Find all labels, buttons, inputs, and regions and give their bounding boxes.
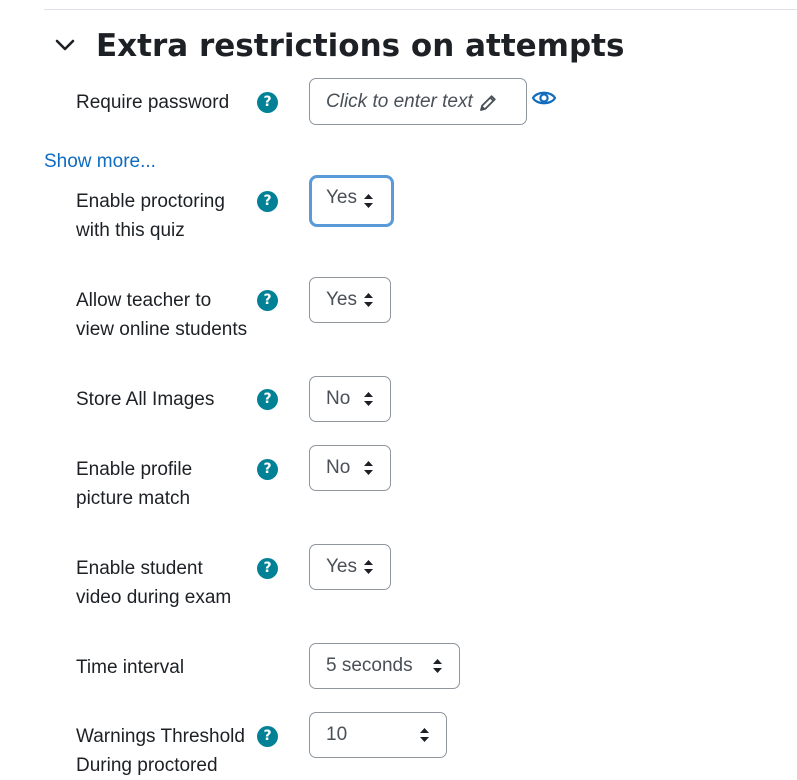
help-icon[interactable]: ? xyxy=(257,92,278,113)
help-icon[interactable]: ? xyxy=(257,290,278,311)
sort-caret-icon xyxy=(364,293,373,307)
section-divider xyxy=(44,9,797,10)
select-value: Yes xyxy=(326,187,357,208)
time-interval-label: Time interval xyxy=(76,653,184,682)
warnings-threshold-label: Warnings Threshold During proctored xyxy=(76,722,245,780)
select-value: 5 seconds xyxy=(326,655,413,676)
sort-caret-icon xyxy=(364,461,373,475)
store-all-images-select[interactable]: No xyxy=(309,376,391,422)
allow-teacher-view-label: Allow teacher to view online students xyxy=(76,286,247,344)
enable-profile-match-select[interactable]: No xyxy=(309,445,391,491)
sort-caret-icon xyxy=(420,728,429,742)
eye-icon[interactable] xyxy=(531,87,557,109)
store-all-images-label: Store All Images xyxy=(76,385,214,414)
enable-proctoring-select[interactable]: Yes xyxy=(309,175,394,227)
label-line: Store All Images xyxy=(76,389,215,410)
time-interval-select[interactable]: 5 seconds xyxy=(309,643,460,689)
select-value: No xyxy=(326,457,351,478)
label-line: During proctored xyxy=(76,755,218,776)
label-line: Enable profile xyxy=(76,459,193,480)
help-icon[interactable]: ? xyxy=(257,558,278,579)
select-value: Yes xyxy=(326,556,357,577)
chevron-down-icon[interactable] xyxy=(54,34,76,56)
label-line: Allow teacher to xyxy=(76,290,212,311)
label-line: Warnings Threshold xyxy=(76,726,245,747)
label-line: Enable student xyxy=(76,558,203,579)
enable-student-video-select[interactable]: Yes xyxy=(309,544,391,590)
allow-teacher-view-select[interactable]: Yes xyxy=(309,277,391,323)
label-line: with this quiz xyxy=(76,220,185,241)
password-placeholder: Click to enter text xyxy=(326,91,473,112)
enable-student-video-label: Enable student video during exam xyxy=(76,554,231,612)
help-icon[interactable]: ? xyxy=(257,726,278,747)
label-line: Time interval xyxy=(76,657,185,678)
sort-caret-icon xyxy=(364,392,373,406)
sort-caret-icon xyxy=(364,560,373,574)
select-value: Yes xyxy=(326,289,357,310)
label-line: Enable proctoring xyxy=(76,191,225,212)
help-icon[interactable]: ? xyxy=(257,191,278,212)
enable-profile-match-label: Enable profile picture match xyxy=(76,455,192,513)
sort-caret-icon xyxy=(433,659,442,673)
sort-caret-icon xyxy=(364,194,373,208)
show-more-link[interactable]: Show more... xyxy=(44,148,156,176)
section-title[interactable]: Extra restrictions on attempts xyxy=(96,24,624,68)
label-line: video during exam xyxy=(76,587,232,608)
select-value: 10 xyxy=(326,724,348,745)
password-inplace-editable[interactable]: Click to enter text xyxy=(309,78,527,125)
warnings-threshold-select[interactable]: 10 xyxy=(309,712,447,758)
help-icon[interactable]: ? xyxy=(257,459,278,480)
select-value: No xyxy=(326,388,351,409)
help-icon[interactable]: ? xyxy=(257,389,278,410)
enable-proctoring-label: Enable proctoring with this quiz xyxy=(76,187,225,245)
label-line: picture match xyxy=(76,488,191,509)
label-line: view online students xyxy=(76,319,248,340)
require-password-label: Require password xyxy=(76,92,230,113)
pencil-icon xyxy=(480,95,496,111)
